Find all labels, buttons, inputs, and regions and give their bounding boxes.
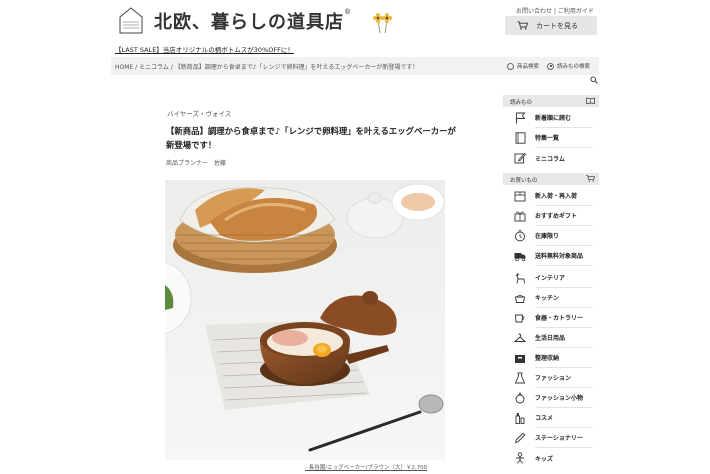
chair-icon — [513, 271, 527, 285]
sidebar-item-tableware[interactable]: 食器・カトラリー — [503, 308, 599, 328]
site-title-text: 北欧、暮らしの道具店 — [154, 12, 344, 33]
sidebar-reading-header[interactable]: 読みもの — [503, 95, 599, 107]
hanger-icon — [513, 331, 527, 345]
book-icon — [513, 131, 527, 145]
pencil-square-icon — [513, 151, 527, 165]
free-shipping-icon — [513, 249, 527, 263]
bottle-icon — [513, 411, 527, 425]
sidebar-item-stationery[interactable]: ステーショナリー — [503, 428, 599, 448]
pen-icon — [513, 431, 527, 445]
bag-icon — [513, 391, 527, 405]
utility-links: お問い合わせ | ご利用ガイド — [516, 6, 594, 15]
sidebar-item-gift[interactable]: おすすめギフト — [503, 206, 599, 226]
radio-reading-search[interactable] — [547, 62, 555, 70]
article-category[interactable]: バイヤーズ・ヴォイス — [167, 108, 231, 118]
page: 北欧、暮らしの道具店® お問い合わせ | ご利用ガイド カートを見る 【LAST… — [0, 0, 710, 474]
sidebar: 読みもの 新着順に読む 特集一覧 ミニコラム お買いもの 新入荷・再入荷 おすす… — [503, 91, 599, 474]
sidebar-item-kids[interactable]: キッズ — [503, 448, 599, 468]
sidebar-shopping-header[interactable]: お買いもの — [503, 173, 599, 185]
radio-product-search-label[interactable]: 商品検索 — [517, 62, 539, 70]
sidebar-item-label: ステーショナリー — [535, 428, 593, 448]
pot-icon — [513, 291, 527, 305]
photo-caption-link[interactable]: - 長谷園/エッグベーカー/ブラウン（大）￥2,700 — [305, 463, 427, 471]
sidebar-shopping-header-label: お買いもの — [510, 178, 538, 184]
article-title: 【新商品】調理から食卓まで♪「レンジで卵料理」を叶えるエッグベーカーが新登場です… — [166, 126, 456, 150]
dress-icon — [513, 371, 527, 385]
sidebar-item-label: インテリア — [535, 268, 593, 288]
sidebar-item-limited-stock[interactable]: 在庫限り — [503, 226, 599, 246]
box-icon — [513, 351, 527, 365]
gift-icon — [513, 209, 527, 223]
sidebar-item-label: 生活日用品 — [535, 328, 593, 348]
article-byline: 商品プランナー 佐藤 — [166, 160, 227, 167]
sidebar-item-free-shipping[interactable]: 送料無料対象商品 — [503, 246, 599, 266]
search-input[interactable] — [503, 76, 599, 87]
flower-illustration-icon — [371, 10, 395, 34]
sidebar-item-label: 新着順に読む — [535, 108, 593, 128]
cart-button-label: カートを見る — [536, 21, 578, 30]
search-type-selector: 商品検索 読みもの検索 — [507, 62, 590, 70]
registered-mark: ® — [344, 8, 352, 16]
util-separator: | — [553, 8, 556, 15]
sidebar-item-features[interactable]: 特集一覧 — [503, 128, 599, 148]
sidebar-item-label: 在庫限り — [535, 226, 593, 246]
radio-product-search[interactable] — [507, 62, 514, 70]
sidebar-item-label: ファッション小物 — [535, 388, 593, 408]
sidebar-item-label: キッズ — [535, 455, 554, 463]
sidebar-item-label: 新入荷・再入荷 — [535, 186, 593, 206]
sidebar-item-label: ファッション — [535, 368, 593, 388]
view-cart-button[interactable]: カートを見る — [505, 16, 597, 35]
sidebar-item-new-reading[interactable]: 新着順に読む — [503, 108, 599, 128]
sidebar-item-cosmetics[interactable]: コスメ — [503, 408, 599, 428]
sidebar-item-label: 整理収納 — [535, 348, 593, 368]
clock-icon — [513, 229, 527, 243]
truck-icon — [513, 189, 527, 203]
cup-icon — [513, 311, 527, 325]
logo-house-icon[interactable] — [118, 6, 144, 34]
radio-reading-search-label[interactable]: 読みもの検索 — [557, 62, 590, 70]
sidebar-item-label: キッチン — [535, 288, 593, 308]
sidebar-item-label: 送料無料対象商品 — [535, 246, 593, 266]
site-title[interactable]: 北欧、暮らしの道具店® — [154, 8, 352, 34]
sidebar-reading-header-label: 読みもの — [510, 100, 533, 106]
breadcrumb-bar: HOME / ミニコラム / 【新商品】調理から食卓まで♪「レンジで卵料理」を叶… — [111, 57, 599, 75]
kids-icon — [513, 451, 527, 465]
sidebar-item-storage[interactable]: 整理収納 — [503, 348, 599, 368]
sidebar-item-kitchen[interactable]: キッチン — [503, 288, 599, 308]
flag-icon — [513, 111, 527, 125]
cart-small-icon — [586, 175, 595, 182]
sale-banner-link[interactable]: 【LAST SALE】当店オリジナルの柄ボトムスが30%OFFに！ — [115, 44, 294, 54]
sidebar-item-label: おすすめギフト — [535, 206, 593, 226]
sidebar-item-new-arrivals[interactable]: 新入荷・再入荷 — [503, 186, 599, 206]
sidebar-item-label: 特集一覧 — [535, 128, 593, 148]
sidebar-item-label: 食器・カトラリー — [535, 308, 593, 328]
sidebar-item-interior[interactable]: インテリア — [503, 268, 599, 288]
contact-link[interactable]: お問い合わせ — [516, 8, 552, 15]
book-open-icon — [586, 97, 595, 104]
guide-link[interactable]: ご利用ガイド — [558, 8, 594, 15]
sidebar-item-fashion-accessories[interactable]: ファッション小物 — [503, 388, 599, 408]
sidebar-item-daily-goods[interactable]: 生活日用品 — [503, 328, 599, 348]
sidebar-item-fashion[interactable]: ファッション — [503, 368, 599, 388]
sidebar-item-mini-column[interactable]: ミニコラム — [503, 148, 599, 168]
search-icon[interactable] — [590, 76, 598, 84]
sidebar-item-label: ミニコラム — [535, 155, 565, 163]
sidebar-item-label: コスメ — [535, 408, 593, 428]
cart-icon — [517, 21, 528, 30]
breadcrumb[interactable]: HOME / ミニコラム / 【新商品】調理から食卓まで♪「レンジで卵料理」を叶… — [115, 62, 418, 71]
article-photo — [165, 180, 445, 460]
